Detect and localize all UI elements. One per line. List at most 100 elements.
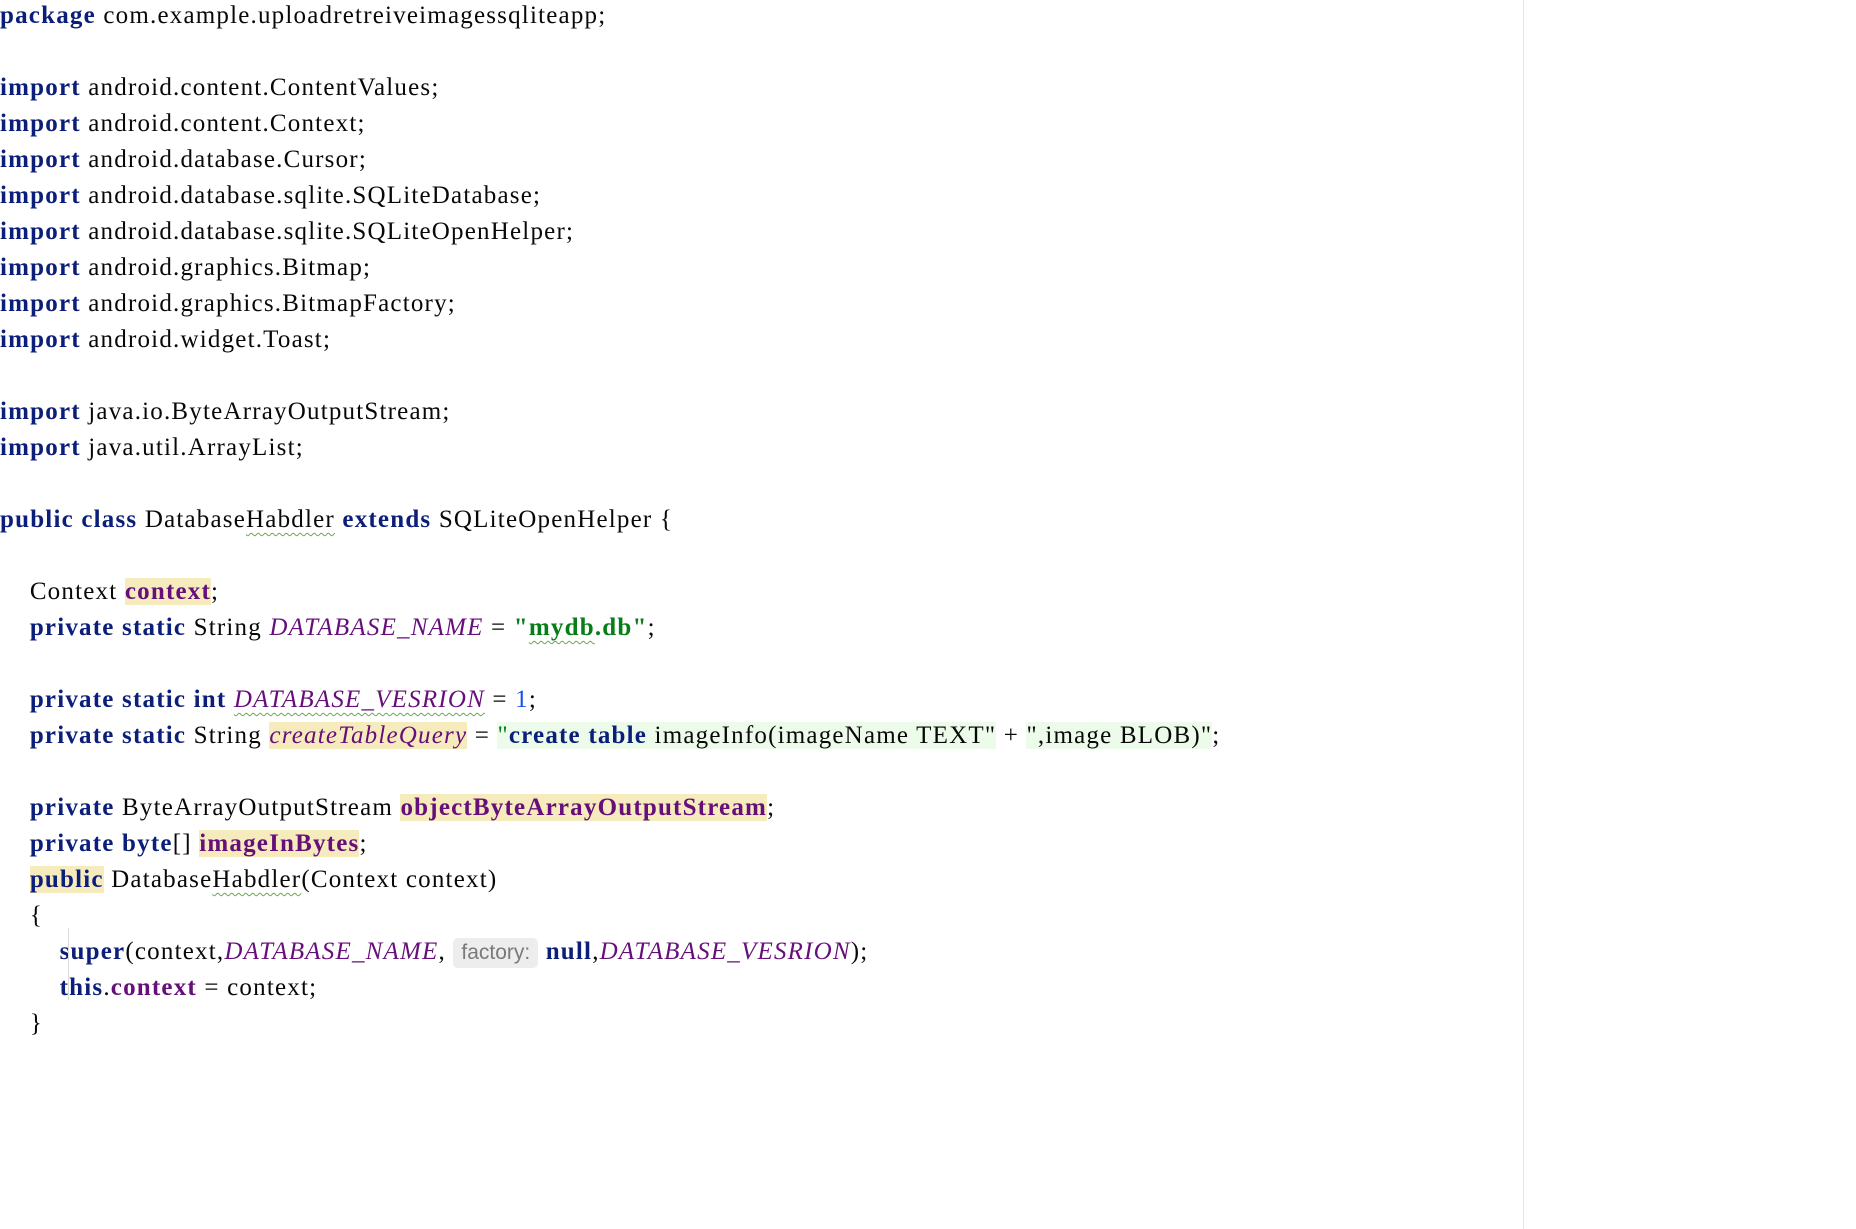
- import-path: android.graphics.Bitmap;: [88, 254, 372, 281]
- import-path: android.content.Context;: [88, 110, 366, 137]
- code-line-context-field: Context context;: [29, 578, 220, 605]
- code-line-this-context: this.context = context;: [59, 974, 318, 1001]
- byte-keyword: byte: [122, 830, 173, 857]
- version-number: 1: [515, 686, 529, 713]
- code-line-brace-open: {: [0, 898, 43, 934]
- super-keyword: super: [59, 938, 126, 965]
- class-name: DatabaseHabdler: [145, 506, 335, 533]
- quote-close: ": [632, 614, 648, 641]
- right-margin-guide: [1523, 0, 1524, 1229]
- private-keyword: private: [29, 794, 115, 821]
- null-keyword: null: [545, 938, 593, 965]
- brace-close: }: [29, 1010, 44, 1037]
- import-line: import android.content.Context;: [0, 106, 366, 142]
- constructor-name: DatabaseHabdler: [111, 866, 301, 893]
- typo-warning: mydb: [528, 614, 595, 641]
- import-path: java.io.ByteArrayOutputStream;: [88, 398, 451, 425]
- database-version-constant: DATABASE_VESRION: [599, 938, 851, 965]
- quote-open: ": [497, 722, 509, 749]
- code-line-baos-field: private ByteArrayOutputStream objectByte…: [29, 794, 776, 821]
- import-path: android.database.Cursor;: [88, 146, 367, 173]
- code-line-database-name: private static String DATABASE_NAME = "m…: [29, 614, 656, 641]
- code-editor[interactable]: package com.example.uploadretreiveimages…: [0, 0, 1856, 1229]
- field-image-in-bytes: imageInBytes: [199, 830, 360, 857]
- type-string: String: [193, 722, 262, 749]
- import-keyword: import: [0, 290, 81, 317]
- sql-table-keyword: table: [588, 722, 648, 749]
- code-line-class-declaration: public class DatabaseHabdler extends SQL…: [0, 502, 673, 538]
- field-context: context: [124, 578, 211, 605]
- string-literal-db-name: "mydb.db": [514, 614, 648, 641]
- database-version-constant: DATABASE_VESRION: [233, 686, 485, 713]
- private-keyword: private: [29, 614, 115, 641]
- code-line-create-table-query: private static String createTableQuery =…: [29, 722, 1221, 749]
- static-keyword: static: [122, 686, 187, 713]
- import-keyword: import: [0, 218, 81, 245]
- database-name-constant: DATABASE_NAME: [224, 938, 439, 965]
- code-line-super-call: super(context,DATABASE_NAME, factory: nu…: [0, 934, 868, 970]
- import-line: import java.util.ArrayList;: [0, 430, 304, 466]
- int-keyword: int: [193, 686, 227, 713]
- private-keyword: private: [29, 830, 115, 857]
- import-line: import java.io.ByteArrayOutputStream;: [0, 394, 451, 430]
- create-table-query-constant: createTableQuery: [269, 722, 468, 749]
- quote-open: ": [513, 614, 529, 641]
- import-keyword: import: [0, 182, 81, 209]
- typo-warning: Habdler: [212, 866, 302, 893]
- class-keyword: class: [81, 506, 138, 533]
- extends-keyword: extends: [342, 506, 432, 533]
- database-name-constant: DATABASE_NAME: [269, 614, 484, 641]
- import-path: java.util.ArrayList;: [88, 434, 304, 461]
- import-keyword: import: [0, 434, 81, 461]
- import-path: android.content.ContentValues;: [88, 74, 440, 101]
- sql-string-part-2: ",image BLOB)": [1026, 722, 1213, 749]
- import-keyword: import: [0, 254, 81, 281]
- import-line: import android.database.sqlite.SQLiteOpe…: [0, 214, 574, 250]
- import-keyword: import: [0, 326, 81, 353]
- type-context: Context: [29, 578, 118, 605]
- private-keyword: private: [29, 686, 115, 713]
- private-keyword: private: [29, 722, 115, 749]
- parameter-hint-factory: factory:: [453, 938, 539, 968]
- import-line: import android.database.sqlite.SQLiteDat…: [0, 178, 541, 214]
- sql-string-part-1: "create table imageInfo(imageName TEXT": [497, 722, 997, 749]
- import-line: import android.database.Cursor;: [0, 142, 367, 178]
- class-name-prefix: Database: [144, 506, 247, 533]
- import-line: import android.graphics.Bitmap;: [0, 250, 371, 286]
- code-line-database-version: private static int DATABASE_VESRION = 1;: [29, 686, 538, 713]
- import-line: import android.widget.Toast;: [0, 322, 331, 358]
- code-line-constructor-signature: public DatabaseHabdler(Context context): [0, 862, 497, 898]
- package-keyword: package: [0, 2, 96, 29]
- import-keyword: import: [0, 146, 81, 173]
- package-name: com.example.uploadretreiveimagessqliteap…: [103, 2, 607, 29]
- static-keyword: static: [122, 722, 187, 749]
- import-path: android.database.sqlite.SQLiteDatabase;: [88, 182, 542, 209]
- code-line-package: package com.example.uploadretreiveimages…: [0, 0, 606, 34]
- superclass-name: SQLiteOpenHelper {: [438, 506, 674, 533]
- type-string: String: [193, 614, 262, 641]
- sql-text: imageInfo(imageName TEXT": [647, 722, 997, 749]
- public-keyword: public: [0, 506, 74, 533]
- import-line: import android.content.ContentValues;: [0, 70, 439, 106]
- import-keyword: import: [0, 398, 81, 425]
- import-line: import android.graphics.BitmapFactory;: [0, 286, 456, 322]
- import-path: android.widget.Toast;: [88, 326, 332, 353]
- static-keyword: static: [122, 614, 187, 641]
- sql-create-keyword: create: [508, 722, 581, 749]
- import-path: android.graphics.BitmapFactory;: [88, 290, 456, 317]
- field-context: context: [110, 974, 197, 1001]
- public-keyword: public: [29, 866, 104, 893]
- indent-guide: [68, 928, 69, 1000]
- assign-value: context;: [227, 974, 318, 1001]
- field-object-byte-array-output-stream: objectByteArrayOutputStream: [400, 794, 768, 821]
- typo-warning: Habdler: [246, 506, 335, 533]
- type-byte-array-output-stream: ByteArrayOutputStream: [122, 794, 394, 821]
- this-keyword: this: [59, 974, 104, 1001]
- import-keyword: import: [0, 110, 81, 137]
- code-line-brace-close: }: [0, 1006, 43, 1042]
- constructor-name-prefix: Database: [111, 866, 213, 893]
- import-path: android.database.sqlite.SQLiteOpenHelper…: [88, 218, 575, 245]
- code-line-image-bytes-field: private byte[] imageInBytes;: [29, 830, 368, 857]
- brace-open: {: [29, 902, 44, 929]
- db-extension: .db: [594, 614, 633, 641]
